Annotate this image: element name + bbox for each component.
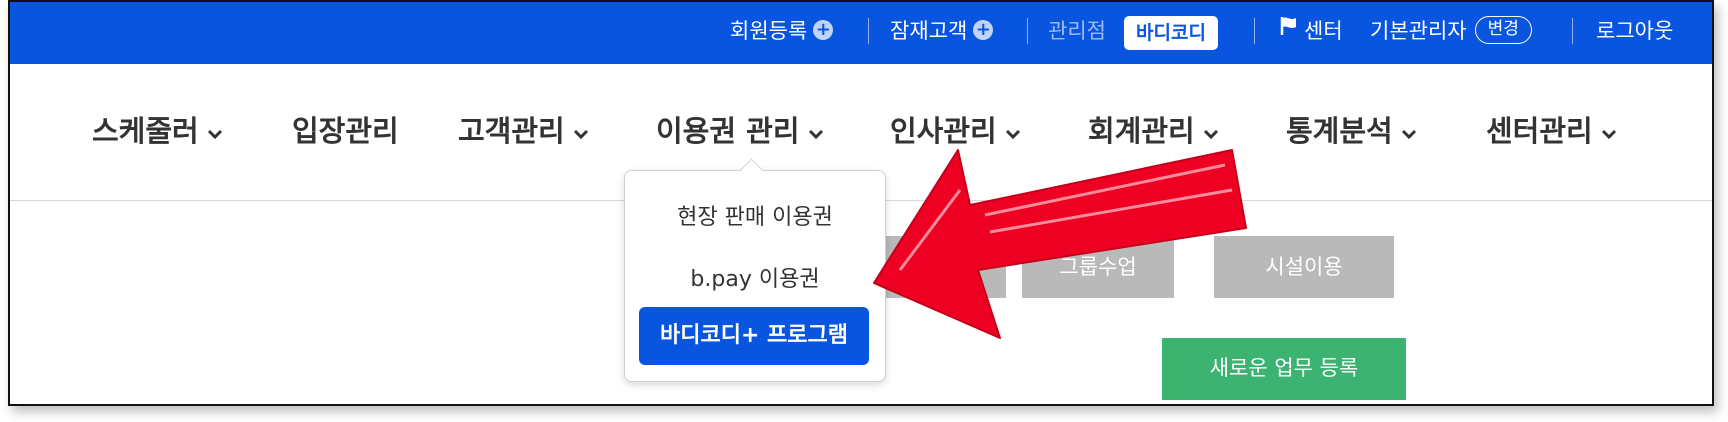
- nav-item-pass-management[interactable]: 이용권 관리: [656, 108, 824, 150]
- app-window: 회원등록 + 잠재고객 + 관리점 바디코디 센터 기본관리자 변경 로그아웃 스케줄…: [8, 0, 1714, 406]
- member-register-link[interactable]: 회원등록 +: [730, 2, 834, 64]
- nav-item-entry[interactable]: 입장관리: [292, 108, 399, 150]
- potential-customer-link[interactable]: 잠재고객 +: [890, 2, 994, 64]
- chevron-down-icon: [207, 113, 223, 147]
- nav-item-scheduler[interactable]: 스케줄러: [92, 108, 223, 150]
- member-register-label: 회원등록: [730, 19, 808, 43]
- change-button[interactable]: 변경: [1474, 16, 1532, 44]
- nav-label: 회계관리: [1088, 114, 1195, 148]
- nav-label: 센터관리: [1486, 114, 1593, 148]
- nav-label: 통계분석: [1286, 114, 1393, 148]
- nav-item-hr[interactable]: 인사관리: [890, 108, 1021, 150]
- center-link[interactable]: 센터: [1280, 2, 1343, 64]
- pass-management-dropdown: 현장 판매 이용권 b.pay 이용권 바디코디+ 프로그램: [624, 158, 886, 382]
- divider: [1027, 18, 1028, 44]
- facility-use-button[interactable]: 시설이용: [1214, 236, 1394, 298]
- dropdown-item-bpay-pass[interactable]: b.pay 이용권: [625, 261, 885, 293]
- chevron-down-icon: [1005, 113, 1021, 147]
- dropdown-item-onsite-pass[interactable]: 현장 판매 이용권: [625, 199, 885, 231]
- nav-label: 고객관리: [458, 114, 565, 148]
- nav-label: 입장관리: [292, 114, 399, 148]
- nav-label: 인사관리: [890, 114, 997, 148]
- chevron-down-icon: [1601, 113, 1617, 147]
- divider: [1254, 18, 1255, 44]
- dropdown-item-bodycodi-program[interactable]: 바디코디+ 프로그램: [639, 307, 869, 365]
- chevron-down-icon: [1203, 113, 1219, 147]
- center-label: 센터: [1304, 19, 1343, 43]
- group-class-button[interactable]: 그룹수업: [1022, 236, 1174, 298]
- logout-link[interactable]: 로그아웃: [1596, 2, 1673, 64]
- user-name: 기본관리자: [1370, 19, 1467, 43]
- nav-item-statistics[interactable]: 통계분석: [1286, 108, 1417, 150]
- new-task-button[interactable]: 새로운 업무 등록: [1162, 338, 1406, 400]
- divider: [868, 18, 869, 44]
- nav-item-center-management[interactable]: 센터관리: [1486, 108, 1617, 150]
- plus-circle-icon: +: [973, 20, 994, 40]
- divider: [1572, 18, 1573, 44]
- top-bar: 회원등록 + 잠재고객 + 관리점 바디코디 센터 기본관리자 변경 로그아웃: [10, 2, 1712, 64]
- category-button[interactable]: [870, 236, 1006, 298]
- potential-customer-label: 잠재고객: [890, 19, 968, 43]
- nav-item-accounting[interactable]: 회계관리: [1088, 108, 1219, 150]
- chevron-down-icon: [1401, 113, 1417, 147]
- branch-name-badge[interactable]: 바디코디: [1124, 16, 1218, 50]
- nav-label: 이용권 관리: [656, 114, 800, 148]
- plus-circle-icon: +: [813, 20, 834, 40]
- chevron-down-icon: [573, 113, 589, 147]
- nav-item-customers[interactable]: 고객관리: [458, 108, 589, 150]
- flag-icon: [1280, 2, 1298, 58]
- branch-label: 관리점: [1048, 19, 1106, 43]
- user-area: 기본관리자 변경: [1370, 2, 1532, 64]
- chevron-down-icon: [808, 113, 824, 147]
- nav-label: 스케줄러: [92, 114, 199, 148]
